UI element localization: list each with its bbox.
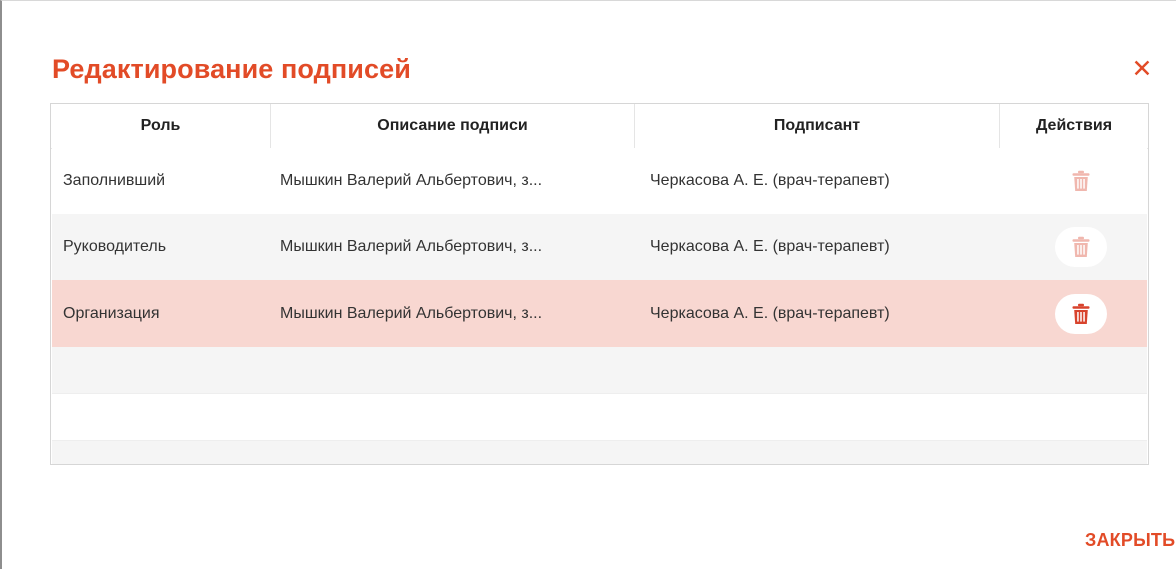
actions-cell (1048, 148, 1114, 214)
edit-signatures-dialog: Редактирование подписей ✕ Роль Описание … (0, 0, 1176, 569)
trash-icon (1072, 236, 1090, 257)
table-header: Роль Описание подписи Подписант Действия (51, 104, 1148, 149)
description-cell: Мышкин Валерий Альбертович, з... (280, 238, 543, 255)
table-row[interactable]: Руководитель Мышкин Валерий Альбертович,… (52, 214, 1147, 280)
dialog-title: Редактирование подписей (52, 54, 411, 84)
description-cell: Мышкин Валерий Альбертович, з... (280, 304, 543, 322)
close-icon[interactable]: ✕ (1128, 55, 1156, 83)
empty-row (52, 347, 1147, 394)
role-cell: Организация (63, 304, 160, 322)
description-cell: Мышкин Валерий Альбертович, з... (280, 172, 543, 189)
empty-row (52, 441, 1147, 464)
role-cell: Заполнивший (63, 172, 166, 189)
delete-button[interactable] (1055, 293, 1107, 334)
column-header-signer[interactable]: Подписант (635, 104, 1000, 148)
table-row[interactable]: Заполнивший Мышкин Валерий Альбертович, … (52, 148, 1147, 214)
column-header-role[interactable]: Роль (51, 104, 271, 148)
signer-cell: Черкасова А. Е. (врач-терапевт) (650, 304, 890, 322)
role-cell: Руководитель (63, 238, 167, 255)
delete-button[interactable] (1055, 161, 1107, 201)
empty-row (52, 394, 1147, 441)
actions-cell (1048, 280, 1114, 347)
signatures-table: Роль Описание подписи Подписант Действия… (50, 103, 1149, 465)
trash-icon (1072, 303, 1090, 324)
close-button[interactable]: ЗАКРЫТЬ (1085, 528, 1175, 552)
actions-cell (1048, 214, 1114, 280)
table-row-selected[interactable]: Организация Мышкин Валерий Альбертович, … (52, 280, 1147, 347)
column-header-description[interactable]: Описание подписи (271, 104, 635, 148)
delete-button[interactable] (1055, 227, 1107, 267)
trash-icon (1072, 170, 1090, 191)
signer-cell: Черкасова А. Е. (врач-терапевт) (650, 238, 890, 255)
column-header-actions: Действия (1035, 117, 1113, 134)
signer-cell: Черкасова А. Е. (врач-терапевт) (650, 172, 890, 189)
